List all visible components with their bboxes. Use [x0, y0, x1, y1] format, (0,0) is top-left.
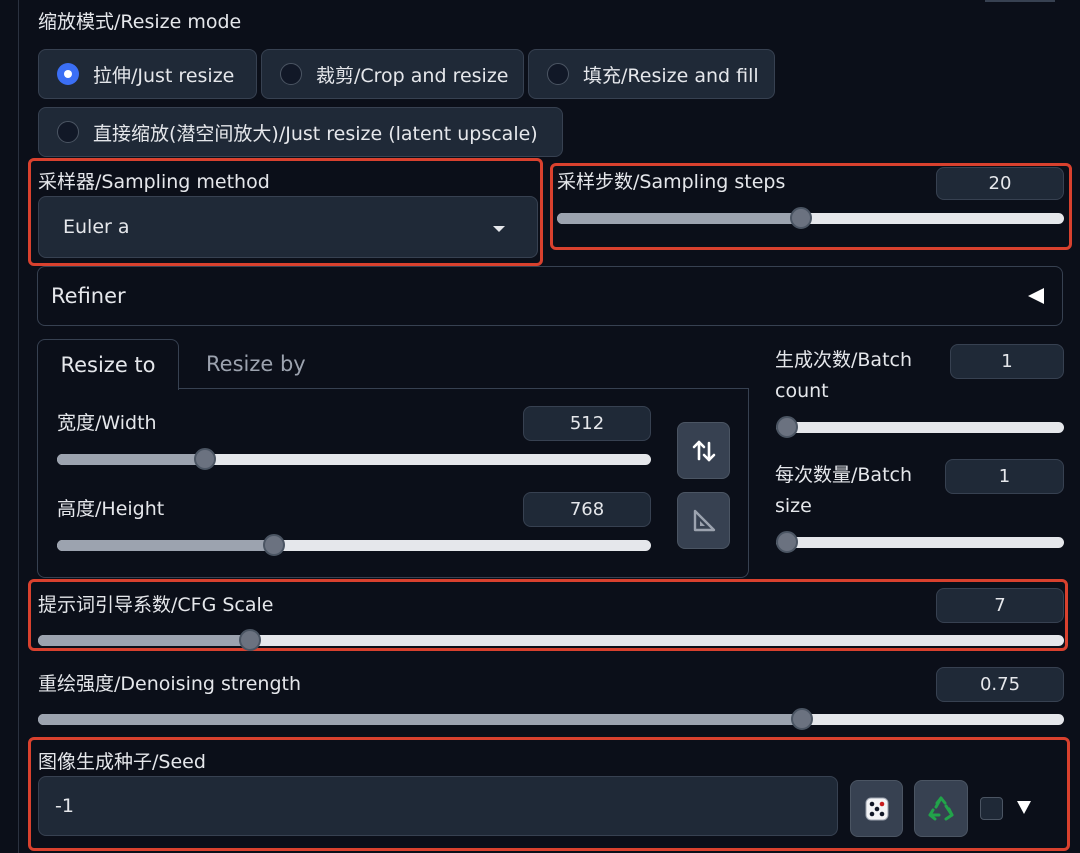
- denoise-number-input[interactable]: 0.75: [936, 667, 1064, 702]
- cfg-slider-fill: [38, 635, 244, 646]
- radio-label: 裁剪/Crop and resize: [316, 64, 509, 87]
- batch-size-slider-track[interactable]: [776, 537, 1064, 548]
- radio-indicator: [57, 121, 79, 143]
- batch-size-number-input[interactable]: 1: [945, 459, 1064, 494]
- batch-count-label: 生成次数/Batch count: [775, 345, 912, 407]
- aspect-ratio-icon: [693, 509, 715, 531]
- batch-size-label: 每次数量/Batch size: [775, 460, 912, 522]
- radio-indicator-checked: [57, 63, 79, 85]
- resize-mode-label: 缩放模式/Resize mode: [38, 11, 242, 33]
- cfg-slider-thumb[interactable]: [238, 629, 261, 651]
- radio-just-resize[interactable]: 拉伸/Just resize: [38, 49, 257, 99]
- denoise-slider-fill: [38, 714, 808, 725]
- width-slider-fill: [57, 454, 200, 465]
- divider: [985, 0, 1055, 2]
- extra-seed-checkbox[interactable]: [980, 797, 1003, 820]
- batch-size-label-line1: 每次数量/Batch: [775, 464, 913, 486]
- cfg-slider-track[interactable]: [38, 635, 1064, 646]
- height-label: 高度/Height: [57, 498, 165, 520]
- seed-input[interactable]: -1: [38, 776, 838, 836]
- sampler-dropdown[interactable]: Euler a: [38, 196, 538, 258]
- steps-label: 采样步数/Sampling steps: [557, 171, 786, 193]
- batch-count-number-input[interactable]: 1: [950, 344, 1064, 379]
- tab-resize-by[interactable]: Resize by: [206, 352, 306, 376]
- radio-label: 拉伸/Just resize: [93, 64, 235, 87]
- width-slider-track[interactable]: [57, 454, 651, 465]
- denoise-slider-thumb[interactable]: [791, 708, 813, 730]
- width-label: 宽度/Width: [57, 412, 157, 434]
- steps-slider-fill: [557, 213, 801, 224]
- radio-crop-and-resize[interactable]: 裁剪/Crop and resize: [261, 49, 524, 99]
- height-number-input[interactable]: 768: [523, 492, 651, 527]
- batch-count-label-line1: 生成次数/Batch: [775, 349, 913, 371]
- sampler-value: Euler a: [63, 216, 130, 238]
- swap-dimensions-button[interactable]: [677, 422, 730, 479]
- cfg-label: 提示词引导系数/CFG Scale: [38, 594, 274, 616]
- height-slider-thumb[interactable]: [262, 534, 285, 556]
- batch-count-slider-track[interactable]: [776, 422, 1064, 433]
- height-slider-track[interactable]: [57, 540, 651, 551]
- denoise-label: 重绘强度/Denoising strength: [38, 673, 302, 695]
- seed-label: 图像生成种子/Seed: [38, 751, 206, 773]
- random-seed-button[interactable]: [850, 780, 903, 837]
- radio-latent-upscale[interactable]: 直接缩放(潜空间放大)/Just resize (latent upscale): [38, 107, 563, 157]
- sampler-label: 采样器/Sampling method: [38, 171, 270, 193]
- triangle-left-icon: [1028, 288, 1044, 304]
- radio-resize-and-fill[interactable]: 填充/Resize and fill: [528, 49, 775, 99]
- triangle-down-icon[interactable]: [1017, 801, 1031, 814]
- panel-border: [18, 0, 19, 853]
- dice-icon: [865, 797, 888, 820]
- denoise-slider-track[interactable]: [38, 714, 1064, 725]
- swap-dimensions-icon: [692, 440, 715, 461]
- cfg-number-input[interactable]: 7: [936, 588, 1064, 623]
- tab-resize-to[interactable]: Resize to: [37, 339, 179, 390]
- seed-value: -1: [55, 795, 74, 817]
- chevron-down-icon: [493, 226, 505, 232]
- reuse-seed-button[interactable]: [914, 780, 968, 837]
- radio-label: 直接缩放(潜空间放大)/Just resize (latent upscale): [93, 122, 538, 145]
- batch-count-slider-thumb[interactable]: [776, 416, 798, 438]
- batch-count-label-line2: count: [775, 380, 829, 402]
- recycle-icon: [928, 796, 954, 820]
- refiner-accordion[interactable]: Refiner: [37, 266, 1063, 326]
- batch-size-label-line2: size: [775, 495, 812, 517]
- steps-number-input[interactable]: 20: [936, 167, 1064, 200]
- steps-slider-thumb[interactable]: [789, 207, 812, 229]
- radio-indicator: [547, 63, 569, 85]
- batch-size-slider-thumb[interactable]: [776, 531, 798, 553]
- width-number-input[interactable]: 512: [523, 406, 651, 441]
- radio-label: 填充/Resize and fill: [583, 64, 759, 87]
- height-slider-fill: [57, 540, 271, 551]
- refiner-label: Refiner: [51, 284, 126, 308]
- radio-indicator: [280, 63, 302, 85]
- aspect-ratio-button[interactable]: [677, 492, 730, 549]
